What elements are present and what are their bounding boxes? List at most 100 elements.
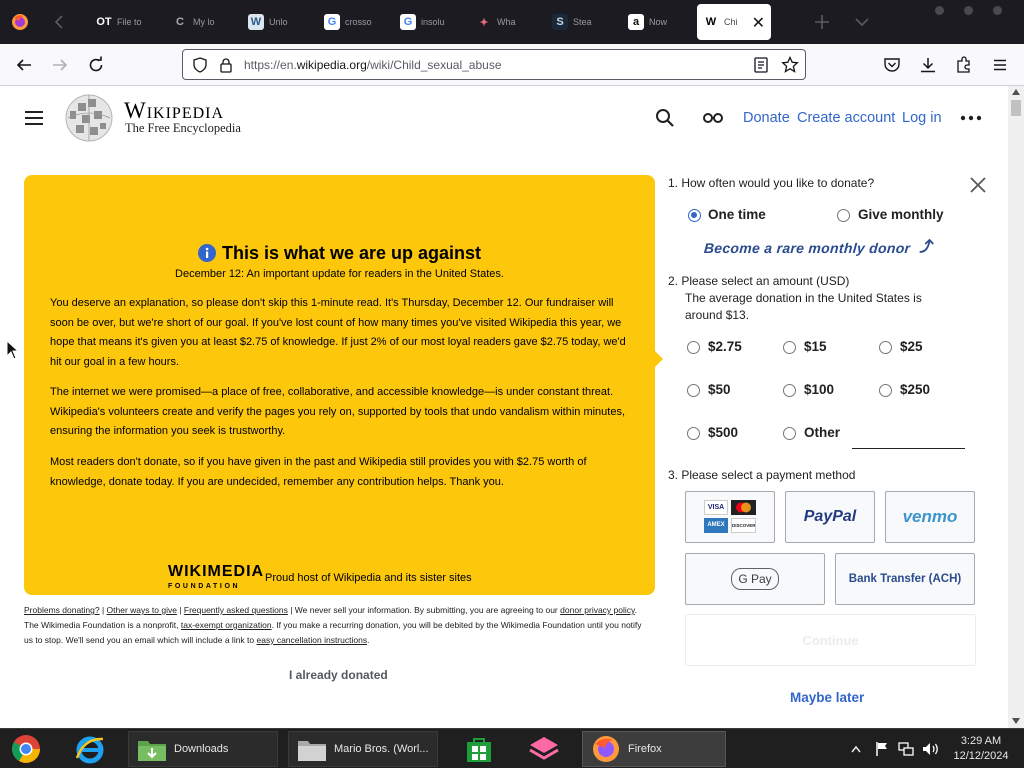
continue-button[interactable]: Continue <box>685 614 976 666</box>
taskbar-downloads[interactable]: Downloads <box>128 731 278 767</box>
other-amount-input[interactable] <box>852 448 965 449</box>
page-scrollbar[interactable] <box>1008 86 1024 728</box>
amount-label[interactable]: $500 <box>708 425 738 440</box>
wikipedia-globe-logo-icon[interactable] <box>64 93 114 143</box>
tray-expand-icon[interactable] <box>851 745 861 753</box>
browser-tab[interactable]: W Unlo <box>242 4 316 40</box>
bank-transfer-button[interactable]: Bank Transfer (ACH) <box>835 553 975 605</box>
bookmark-star-icon[interactable] <box>781 56 799 74</box>
amount-label[interactable]: $100 <box>804 382 834 397</box>
browser-tab[interactable]: Gcrosso <box>318 4 392 40</box>
padlock-icon[interactable] <box>219 57 233 73</box>
tab-scroll-left-icon[interactable] <box>50 12 70 32</box>
close-banner-icon[interactable] <box>968 175 988 195</box>
amount-radio-250[interactable] <box>879 384 892 397</box>
amount-radio-15[interactable] <box>783 341 796 354</box>
main-menu-icon[interactable] <box>24 110 44 126</box>
browser-tab[interactable]: W Chi ✕ <box>697 4 771 40</box>
amount-radio-25[interactable] <box>879 341 892 354</box>
cancellation-link[interactable]: easy cancellation instructions <box>257 635 368 645</box>
paypal-button[interactable]: PayPal <box>785 491 875 543</box>
donate-link[interactable]: Donate <box>743 110 790 126</box>
monthly-label[interactable]: Give monthly <box>858 207 944 222</box>
taskbar-firefox[interactable]: Firefox <box>582 731 726 767</box>
fine-print-text: We never sell your information. By submi… <box>294 605 558 615</box>
maybe-later-button[interactable]: Maybe later <box>790 690 864 705</box>
pocket-button[interactable] <box>880 53 904 77</box>
amount-radio-500[interactable] <box>687 427 700 440</box>
other-amount-label[interactable]: Other <box>804 425 840 440</box>
url-text[interactable]: https://en.wikipedia.org/wiki/Child_sexu… <box>244 58 502 72</box>
venmo-button[interactable]: venmo <box>885 491 975 543</box>
monthly-radio[interactable] <box>837 209 850 222</box>
amount-radio-2-75[interactable] <box>687 341 700 354</box>
scrollbar-thumb[interactable] <box>1011 100 1021 116</box>
amount-label[interactable]: $50 <box>708 382 731 397</box>
already-donated-button[interactable]: I already donated <box>289 668 388 682</box>
amount-label[interactable]: $25 <box>900 339 923 354</box>
extensions-button[interactable] <box>952 53 976 77</box>
tab-title: Now <box>649 17 668 27</box>
internet-explorer-shortcut[interactable] <box>66 731 114 767</box>
window-close-button[interactable] <box>993 6 1002 15</box>
amount-radio-100[interactable] <box>783 384 796 397</box>
scroll-up-icon[interactable] <box>1012 89 1020 95</box>
browser-tab[interactable]: OT File to <box>90 4 164 40</box>
app-menu-button[interactable] <box>988 53 1012 77</box>
appearance-glasses-icon[interactable] <box>702 110 724 126</box>
store-shortcut[interactable] <box>456 731 500 767</box>
search-icon[interactable] <box>655 108 675 128</box>
browser-tab[interactable]: C My lo <box>166 4 240 40</box>
close-tab-icon[interactable]: ✕ <box>752 13 765 33</box>
back-button[interactable] <box>12 53 36 77</box>
banner-heading: This is what we are up against <box>24 243 655 264</box>
banner-heading-text: This is what we are up against <box>221 243 482 263</box>
problems-donating-link[interactable]: Problems donating? <box>24 605 100 615</box>
reader-view-icon[interactable] <box>753 57 769 73</box>
card-payment-button[interactable]: VISA AMEX DISCOVER <box>685 491 775 543</box>
amount-label[interactable]: $15 <box>804 339 827 354</box>
amount-radio-other[interactable] <box>783 427 796 440</box>
google-pay-button[interactable]: G Pay <box>685 553 825 605</box>
window-minimize-button[interactable] <box>935 6 944 15</box>
start-button[interactable] <box>2 731 50 767</box>
firefox-menu-icon[interactable] <box>10 12 30 32</box>
window-maximize-button[interactable] <box>964 6 973 15</box>
tab-title: Wha <box>497 17 516 27</box>
navigation-bar: https://en.wikipedia.org/wiki/Child_sexu… <box>0 44 1024 86</box>
tab-title: My lo <box>193 17 215 27</box>
action-center-flag-icon[interactable] <box>875 741 889 757</box>
faq-link[interactable]: Frequently asked questions <box>184 605 288 615</box>
volume-icon[interactable] <box>922 741 940 757</box>
browser-tab[interactable]: a Now <box>622 4 696 40</box>
other-ways-link[interactable]: Other ways to give <box>107 605 177 615</box>
tracking-protection-shield-icon[interactable] <box>192 57 208 73</box>
wikimedia-foundation-logo[interactable]: WIKIMEDIA FOUNDATION <box>168 563 265 594</box>
network-icon[interactable] <box>898 741 914 757</box>
wikimedia-logo-main: WIKIMEDIA <box>168 563 265 580</box>
downloads-button[interactable] <box>916 53 940 77</box>
reload-button[interactable] <box>84 53 108 77</box>
amount-radio-50[interactable] <box>687 384 700 397</box>
login-link[interactable]: Log in <box>902 110 942 126</box>
system-clock[interactable]: 3:29 AM 12/12/2024 <box>950 734 1012 764</box>
browser-tab[interactable]: Ginsolu <box>394 4 468 40</box>
scroll-down-icon[interactable] <box>1012 718 1020 724</box>
new-tab-icon[interactable] <box>812 12 832 32</box>
browser-tab[interactable]: ✦ Wha <box>470 4 544 40</box>
amount-label[interactable]: $2.75 <box>708 339 742 354</box>
forward-button[interactable] <box>48 53 72 77</box>
browser-tab[interactable]: S Stea <box>546 4 620 40</box>
layers-app-shortcut[interactable] <box>520 731 570 767</box>
taskbar-mario[interactable]: Mario Bros. (Worl... <box>288 731 438 767</box>
layers-app-icon <box>529 737 559 760</box>
more-options-icon[interactable] <box>960 114 982 122</box>
tax-exempt-link[interactable]: tax-exempt organization <box>181 620 272 630</box>
one-time-radio[interactable] <box>688 209 701 222</box>
amount-label[interactable]: $250 <box>900 382 930 397</box>
donor-privacy-link[interactable]: donor privacy policy <box>560 605 635 615</box>
list-all-tabs-icon[interactable] <box>852 12 872 32</box>
url-bar[interactable]: https://en.wikipedia.org/wiki/Child_sexu… <box>182 49 806 80</box>
create-account-link[interactable]: Create account <box>797 110 895 126</box>
one-time-label[interactable]: One time <box>708 207 766 222</box>
